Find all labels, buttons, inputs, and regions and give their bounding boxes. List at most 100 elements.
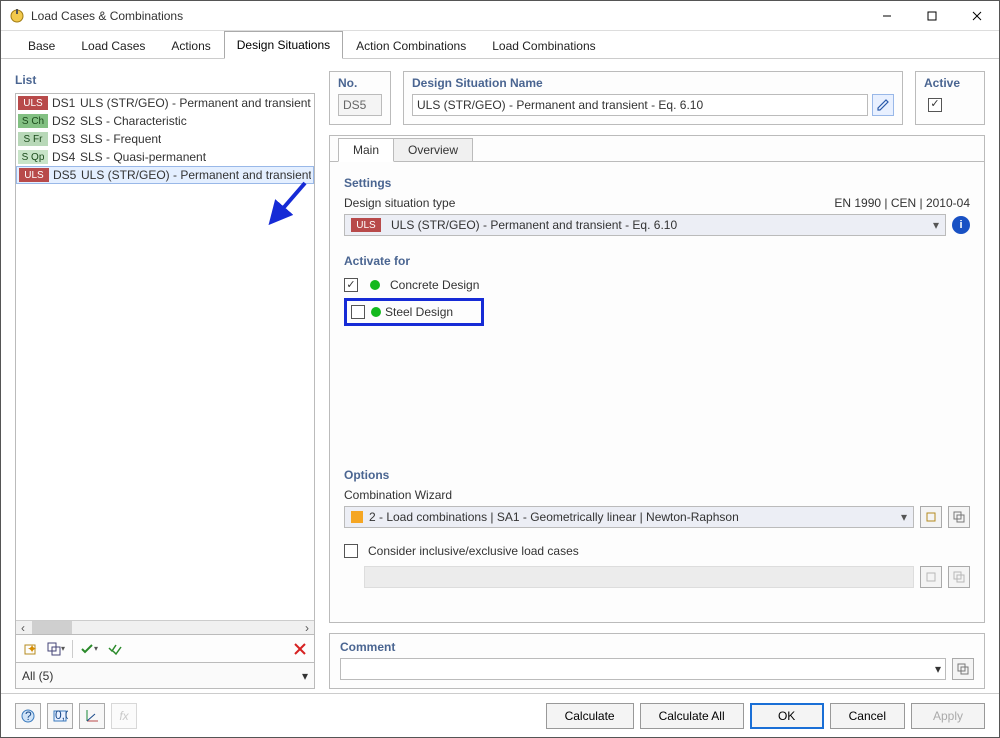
ds-name: SLS - Characteristic bbox=[80, 114, 187, 128]
consider-label: Consider inclusive/exclusive load cases bbox=[368, 544, 579, 558]
fx-button: fx bbox=[111, 703, 137, 729]
concrete-checkbox[interactable] bbox=[344, 278, 358, 292]
help-button[interactable]: ? bbox=[15, 703, 41, 729]
ds-number: DS1 bbox=[52, 96, 80, 110]
wizard-new-button[interactable] bbox=[920, 506, 942, 528]
cw-dropdown[interactable]: 2 - Load combinations | SA1 - Geometrica… bbox=[344, 506, 914, 528]
active-label: Active bbox=[924, 76, 976, 90]
axes-button[interactable] bbox=[79, 703, 105, 729]
list-row[interactable]: S Fr DS3SLS - Frequent bbox=[16, 130, 314, 148]
list-row[interactable]: ULS DS5ULS (STR/GEO) - Permanent and tran… bbox=[16, 166, 314, 184]
dst-value: ULS (STR/GEO) - Permanent and transient … bbox=[391, 218, 677, 232]
tag-badge: ULS bbox=[18, 96, 48, 110]
svg-text:?: ? bbox=[25, 709, 32, 723]
activate-title: Activate for bbox=[344, 254, 970, 268]
ds-name: ULS (STR/GEO) - Permanent and transient … bbox=[81, 168, 311, 182]
chevron-down-icon: ▾ bbox=[901, 510, 907, 524]
consider-checkbox[interactable] bbox=[344, 544, 358, 558]
options-title: Options bbox=[344, 468, 970, 482]
titlebar: Load Cases & Combinations bbox=[1, 1, 999, 31]
concrete-label: Concrete Design bbox=[390, 278, 479, 292]
steel-highlight-frame: Steel Design bbox=[344, 298, 484, 326]
maximize-button[interactable] bbox=[909, 1, 954, 31]
chevron-down-icon: ▾ bbox=[935, 662, 941, 676]
cancel-button[interactable]: Cancel bbox=[830, 703, 905, 729]
delete-item-button[interactable] bbox=[290, 639, 310, 659]
units-button[interactable]: 0,00 bbox=[47, 703, 73, 729]
ok-button[interactable]: OK bbox=[750, 703, 824, 729]
ds-number: DS2 bbox=[52, 114, 80, 128]
tag-badge: S Ch bbox=[18, 114, 48, 128]
subtab-main[interactable]: Main bbox=[338, 138, 394, 162]
ds-name: SLS - Frequent bbox=[80, 132, 161, 146]
calculate-all-button[interactable]: Calculate All bbox=[640, 703, 744, 729]
check-button[interactable]: ▾ bbox=[79, 639, 99, 659]
active-checkbox[interactable] bbox=[928, 98, 942, 112]
tab-load-cases[interactable]: Load Cases bbox=[68, 32, 158, 59]
active-field: Active bbox=[915, 71, 985, 125]
tab-action-combinations[interactable]: Action Combinations bbox=[343, 32, 479, 59]
copy-item-button[interactable]: ▾ bbox=[46, 639, 66, 659]
status-dot-icon bbox=[371, 307, 381, 317]
tab-actions[interactable]: Actions bbox=[158, 32, 223, 59]
new-item-button[interactable]: ✦ bbox=[20, 639, 40, 659]
check-all-button[interactable] bbox=[105, 639, 125, 659]
settings-title: Settings bbox=[344, 176, 970, 190]
window-title: Load Cases & Combinations bbox=[31, 9, 864, 23]
no-label: No. bbox=[338, 76, 382, 90]
pencil-icon bbox=[876, 98, 890, 112]
list-h-scrollbar[interactable]: ‹› bbox=[16, 620, 314, 634]
tag-badge: S Qp bbox=[18, 150, 48, 164]
ds-number: DS3 bbox=[52, 132, 80, 146]
list-box: ULSDS1ULS (STR/GEO) - Permanent and tran… bbox=[15, 93, 315, 635]
tab-load-combinations[interactable]: Load Combinations bbox=[479, 32, 608, 59]
detail-subtabs: Main Overview bbox=[330, 136, 984, 162]
wizard-icon bbox=[351, 511, 363, 523]
list-filter[interactable]: All (5) ▾ bbox=[15, 663, 315, 689]
close-button[interactable] bbox=[954, 1, 999, 31]
cw-label: Combination Wizard bbox=[344, 488, 970, 502]
standard-text: EN 1990 | CEN | 2010-04 bbox=[834, 196, 970, 210]
tag-badge: S Fr bbox=[18, 132, 48, 146]
consider-new-button bbox=[920, 566, 942, 588]
list-row[interactable]: S QpDS4SLS - Quasi-permanent bbox=[16, 148, 314, 166]
chevron-down-icon: ▾ bbox=[933, 218, 939, 232]
steel-checkbox[interactable] bbox=[351, 305, 365, 319]
comment-library-button[interactable] bbox=[952, 658, 974, 680]
list-toolbar: ✦ ▾ ▾ bbox=[15, 635, 315, 663]
status-dot-icon bbox=[370, 280, 380, 290]
subtab-overview[interactable]: Overview bbox=[393, 138, 473, 161]
wizard-edit-button[interactable] bbox=[948, 506, 970, 528]
calculate-button[interactable]: Calculate bbox=[546, 703, 634, 729]
edit-name-button[interactable] bbox=[872, 94, 894, 116]
comment-label: Comment bbox=[340, 640, 395, 654]
tag-badge: ULS bbox=[19, 168, 49, 182]
list-row[interactable]: S Ch DS2SLS - Characteristic bbox=[16, 112, 314, 130]
list-label: List bbox=[15, 71, 315, 89]
dst-dropdown[interactable]: ULS ULS (STR/GEO) - Permanent and transi… bbox=[344, 214, 946, 236]
name-label: Design Situation Name bbox=[412, 76, 894, 90]
filter-value: All (5) bbox=[22, 669, 302, 683]
list-row[interactable]: ULS DS1ULS (STR/GEO) - Permanent and tran… bbox=[16, 94, 314, 112]
tab-design-situations[interactable]: Design Situations bbox=[224, 31, 343, 59]
svg-text:0,00: 0,00 bbox=[55, 708, 68, 722]
dst-tag: ULS bbox=[351, 218, 381, 232]
chevron-down-icon: ▾ bbox=[302, 669, 308, 683]
tab-base[interactable]: Base bbox=[15, 32, 68, 59]
minimize-button[interactable] bbox=[864, 1, 909, 31]
dst-label: Design situation type bbox=[344, 196, 455, 210]
main-tabs: Base Load Cases Actions Design Situation… bbox=[1, 31, 999, 59]
ds-number: DS5 bbox=[53, 168, 81, 182]
footer: ? 0,00 fx Calculate Calculate All OK Can… bbox=[1, 693, 999, 737]
comment-combo[interactable]: ▾ bbox=[340, 658, 946, 680]
steel-label: Steel Design bbox=[385, 305, 453, 319]
no-field: No. DS5 bbox=[329, 71, 391, 125]
apply-button: Apply bbox=[911, 703, 985, 729]
ds-name: ULS (STR/GEO) - Permanent and transient … bbox=[80, 96, 312, 110]
name-field: Design Situation Name ULS (STR/GEO) - Pe… bbox=[403, 71, 903, 125]
info-button[interactable]: i bbox=[952, 216, 970, 234]
name-input[interactable]: ULS (STR/GEO) - Permanent and transient … bbox=[412, 94, 868, 116]
no-value: DS5 bbox=[338, 94, 382, 116]
svg-text:✦: ✦ bbox=[27, 642, 37, 656]
app-icon bbox=[9, 8, 25, 24]
